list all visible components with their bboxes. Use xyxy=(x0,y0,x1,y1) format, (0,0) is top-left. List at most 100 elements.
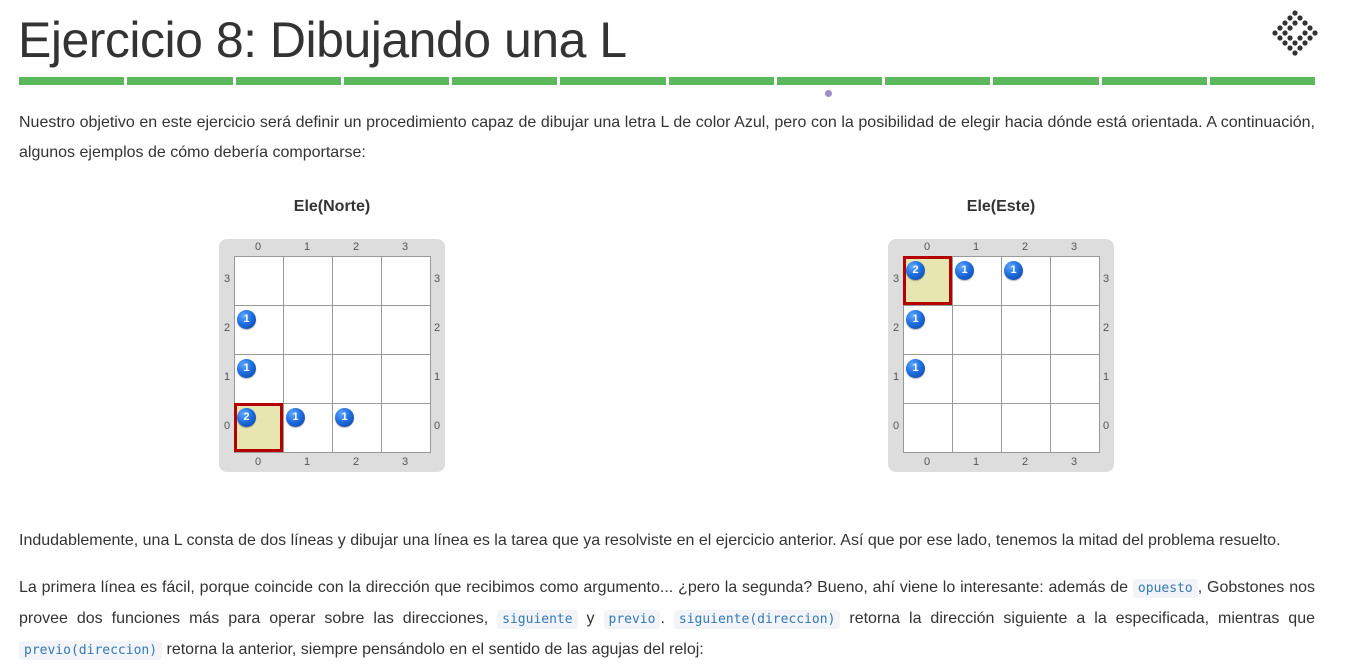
board-cell: 1 xyxy=(333,404,382,453)
column-label: 2 xyxy=(1021,456,1029,468)
row-label: 2 xyxy=(892,322,900,334)
board-cell: 1 xyxy=(953,257,1002,306)
row-label: 0 xyxy=(433,420,441,432)
row-label: 2 xyxy=(223,322,231,334)
board-cell xyxy=(1002,306,1051,355)
paragraph-text: La primera línea es fácil, porque coinci… xyxy=(19,579,1133,596)
code-siguiente-direccion: siguiente(direccion) xyxy=(673,610,841,629)
progress-segment[interactable] xyxy=(560,77,666,85)
progress-segment[interactable] xyxy=(1101,77,1207,85)
paragraph-directions: La primera línea es fácil, porque coinci… xyxy=(19,573,1315,666)
exercise-progress-bar[interactable] xyxy=(19,77,1315,85)
row-label: 1 xyxy=(1102,371,1110,383)
row-label: 2 xyxy=(1102,322,1110,334)
board-cell: 1 xyxy=(284,404,333,453)
row-label: 3 xyxy=(892,273,900,285)
row-label: 2 xyxy=(433,322,441,334)
board-title: Ele(Norte) xyxy=(293,198,371,215)
column-label: 2 xyxy=(352,241,360,253)
board-cell xyxy=(1002,355,1051,404)
progress-segment[interactable] xyxy=(885,77,991,85)
board-cell xyxy=(1051,404,1100,453)
paragraph-text: y xyxy=(577,610,604,627)
board-cell xyxy=(382,404,431,453)
board-cell xyxy=(953,355,1002,404)
gobstones-logo-icon xyxy=(1272,10,1318,56)
code-previo-direccion: previo(direccion) xyxy=(19,641,163,660)
board-cell: 1 xyxy=(1002,257,1051,306)
board-cell xyxy=(1002,404,1051,453)
column-label: 3 xyxy=(401,456,409,468)
row-label: 1 xyxy=(433,371,441,383)
board-cell xyxy=(953,404,1002,453)
board-cell xyxy=(284,306,333,355)
board-cell xyxy=(904,404,953,453)
board-cell xyxy=(1051,257,1100,306)
row-label: 1 xyxy=(892,371,900,383)
current-exercise-indicator xyxy=(825,90,832,97)
progress-segment[interactable] xyxy=(1209,77,1315,85)
board-cell xyxy=(333,355,382,404)
board-cell xyxy=(1051,306,1100,355)
row-label: 3 xyxy=(1102,273,1110,285)
progress-segment[interactable] xyxy=(993,77,1099,85)
progress-segment[interactable] xyxy=(343,77,449,85)
row-label: 0 xyxy=(223,420,231,432)
progress-segment[interactable] xyxy=(19,77,125,85)
board-cell xyxy=(382,355,431,404)
board-ele-este: Ele(Este) 001122333322110011211 xyxy=(888,196,1114,472)
board-grid: 21111 xyxy=(234,256,431,453)
column-label: 3 xyxy=(1070,241,1078,253)
paragraph-text: retorna la anterior, siempre pensándolo … xyxy=(162,641,704,658)
progress-segment[interactable] xyxy=(668,77,774,85)
progress-segment[interactable] xyxy=(776,77,882,85)
gobstones-board: 001122333322110021111 xyxy=(219,239,445,472)
board-title: Ele(Este) xyxy=(966,198,1036,215)
progress-segment[interactable] xyxy=(235,77,341,85)
progress-segment[interactable] xyxy=(127,77,233,85)
column-label: 1 xyxy=(303,456,311,468)
page-title: Ejercicio 8: Dibujando una L xyxy=(18,12,627,68)
board-cell: 1 xyxy=(904,306,953,355)
board-cell xyxy=(333,306,382,355)
progress-segment[interactable] xyxy=(452,77,558,85)
row-label: 0 xyxy=(1102,420,1110,432)
column-label: 0 xyxy=(923,241,931,253)
column-label: 0 xyxy=(254,241,262,253)
board-ele-norte: Ele(Norte) 001122333322110021111 xyxy=(219,196,445,472)
row-label: 1 xyxy=(223,371,231,383)
board-cell: 1 xyxy=(235,306,284,355)
column-label: 2 xyxy=(1021,241,1029,253)
board-head-cursor xyxy=(234,403,283,452)
column-label: 3 xyxy=(1070,456,1078,468)
board-cell xyxy=(235,257,284,306)
board-cell: 1 xyxy=(904,355,953,404)
board-cell xyxy=(382,306,431,355)
column-label: 1 xyxy=(972,456,980,468)
paragraph-text: retorna la dirección siguiente a la espe… xyxy=(840,610,1316,627)
paragraph-two-lines: Indudablemente, una L consta de dos líne… xyxy=(19,532,1281,549)
board-cell xyxy=(382,257,431,306)
row-label: 3 xyxy=(433,273,441,285)
column-label: 3 xyxy=(401,241,409,253)
column-label: 0 xyxy=(923,456,931,468)
blue-marble: 1 xyxy=(906,359,925,378)
blue-marble: 1 xyxy=(286,408,305,427)
blue-marble: 1 xyxy=(1004,261,1023,280)
board-cell xyxy=(333,257,382,306)
code-siguiente: siguiente xyxy=(497,610,578,629)
board-cell xyxy=(284,257,333,306)
gobstones-board: 001122333322110011211 xyxy=(888,239,1114,472)
blue-marble: 1 xyxy=(335,408,354,427)
intro-paragraph: Nuestro objetivo en este ejercicio será … xyxy=(19,114,1315,161)
board-cell: 1 xyxy=(235,355,284,404)
board-grid: 11211 xyxy=(903,256,1100,453)
blue-marble: 1 xyxy=(237,310,256,329)
blue-marble: 1 xyxy=(906,310,925,329)
row-label: 3 xyxy=(223,273,231,285)
row-label: 0 xyxy=(892,420,900,432)
column-label: 1 xyxy=(972,241,980,253)
board-head-cursor xyxy=(903,256,952,305)
board-cell xyxy=(1051,355,1100,404)
paragraph-text: . xyxy=(660,610,674,627)
